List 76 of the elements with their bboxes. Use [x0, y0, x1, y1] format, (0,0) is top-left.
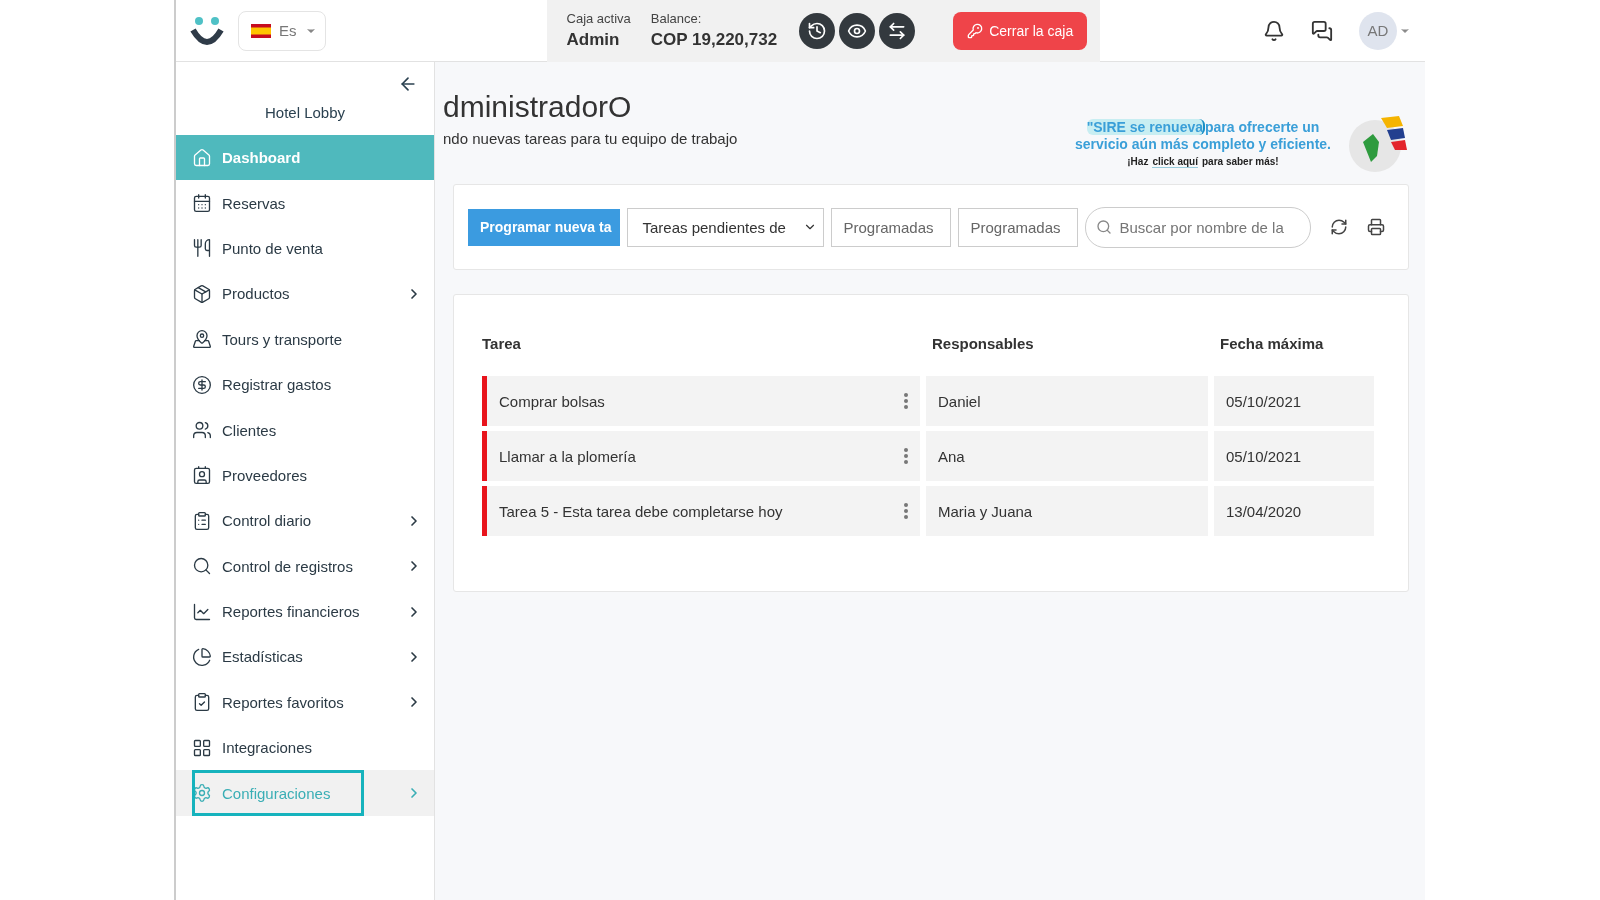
line-chart-icon — [192, 601, 212, 622]
notification-icon[interactable] — [1263, 19, 1285, 42]
promo-link[interactable]: click aquí — [1152, 155, 1198, 168]
search-icon — [1095, 218, 1112, 236]
table-cell: Ana — [926, 431, 1208, 481]
filter-select[interactable]: Tareas pendientes de — [626, 207, 824, 247]
sidebar-item[interactable]: Reservas — [176, 180, 434, 226]
dollar-icon — [192, 374, 212, 395]
promo-note: para saber más! — [1202, 155, 1279, 168]
dots-icon — [904, 448, 908, 464]
property-name: Hotel Lobby — [263, 104, 347, 121]
close-register-button[interactable]: Cerrar la caja — [953, 11, 1088, 50]
calendar-icon — [192, 193, 212, 214]
table-cell: 05/10/2021 — [1214, 431, 1374, 481]
sidebar-item[interactable]: Integraciones — [176, 725, 434, 771]
page-subtitle: ndo nuevas tareas para tu equipo de trabajo — [443, 130, 738, 147]
date-field[interactable]: Programadas — [957, 207, 1078, 247]
user-avatar[interactable]: AD — [1359, 11, 1397, 50]
sidebar-item[interactable]: Reportes favoritos — [176, 679, 434, 726]
table-cell: 13/04/2020 — [1214, 486, 1374, 536]
cash-register-value: Admin — [566, 30, 621, 50]
sidebar-item[interactable]: Reportes financieros — [176, 588, 434, 635]
print-button[interactable] — [1366, 218, 1385, 236]
date-field[interactable]: Programadas — [830, 207, 951, 247]
users-icon — [192, 420, 212, 441]
history-icon — [807, 20, 828, 41]
sidebar-item[interactable]: Clientes — [176, 407, 434, 453]
transfer-button[interactable] — [879, 12, 916, 49]
fork-knife-icon — [192, 238, 212, 259]
table-cell: Maria y Juana — [926, 486, 1208, 536]
clipboard-check-icon — [192, 692, 212, 713]
task-name: Comprar bolsas — [499, 392, 605, 410]
key-icon — [967, 22, 984, 39]
grid-icon — [192, 737, 212, 758]
sidebar-item[interactable]: Punto de venta — [176, 225, 434, 272]
table-cell: 05/10/2021 — [1214, 376, 1374, 426]
search-field[interactable]: Buscar por nombre de la — [1084, 206, 1311, 248]
clipboard-icon — [192, 510, 212, 531]
smile-logo-icon — [190, 15, 224, 46]
sidebar-item[interactable]: Control diario — [176, 498, 434, 544]
sidebar-item[interactable]: Registrar gastos — [176, 361, 434, 408]
flag-icon — [251, 23, 271, 38]
house-icon — [192, 147, 212, 168]
column-header: Tarea — [482, 335, 522, 354]
promo-note: ¡Haz — [1127, 155, 1149, 168]
chat-icon[interactable] — [1311, 19, 1333, 42]
column-header: Responsables — [931, 335, 1035, 354]
balance-value: COP 19,220,732 — [650, 30, 778, 50]
column-header: Fecha máxima — [1219, 335, 1325, 354]
task-name: Llamar a la plomería — [499, 447, 636, 465]
refresh-button[interactable] — [1329, 218, 1348, 236]
view-button[interactable] — [839, 12, 876, 49]
sidebar-item[interactable]: Productos — [176, 271, 434, 317]
search-icon — [192, 556, 212, 577]
balance-label: Balance: — [650, 11, 703, 26]
sidebar-item[interactable]: Estadísticas — [176, 634, 434, 680]
settings-icon — [192, 783, 212, 804]
dots-icon — [904, 503, 908, 519]
more-options-button[interactable] — [904, 393, 908, 409]
language-select[interactable]: Es — [238, 10, 326, 51]
more-options-button[interactable] — [904, 503, 908, 519]
box-icon — [192, 283, 212, 304]
contact-book-icon — [192, 465, 212, 486]
page-title: dministradorO — [443, 90, 633, 124]
dots-icon — [904, 393, 908, 409]
pie-chart-icon — [192, 647, 212, 667]
sidebar-item[interactable]: Control de registros — [176, 543, 434, 589]
table-cell: Daniel — [926, 376, 1208, 426]
cash-register-label: Caja activa — [566, 11, 631, 26]
sidebar-item[interactable]: Tours y transporte — [176, 316, 434, 362]
more-options-button[interactable] — [904, 448, 908, 464]
sidebar-item[interactable]: Proveedores — [176, 452, 434, 499]
history-button[interactable] — [799, 12, 836, 49]
promo-text: "SIRE se renueva para ofrecerte un servicio aún más completo y eficiente. — [1074, 118, 1332, 153]
map-pin-icon — [192, 329, 212, 350]
task-name: Tarea 5 - Esta tarea debe completarse hoy — [499, 502, 783, 520]
